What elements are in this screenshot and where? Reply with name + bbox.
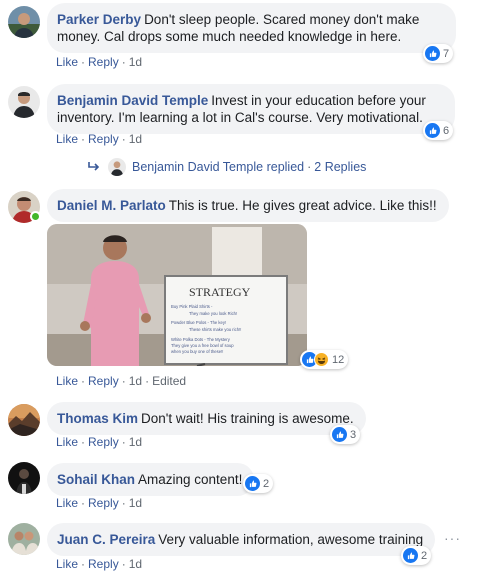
- reaction-count: 3: [350, 428, 357, 441]
- comment-actions: Like · Reply · 1d: [56, 435, 143, 449]
- timestamp[interactable]: 1d: [129, 132, 142, 146]
- comment-item: Thomas Kim Don't wait! His training is aw…: [0, 398, 489, 456]
- reply-link[interactable]: Reply: [88, 557, 119, 571]
- avatar[interactable]: [8, 86, 40, 118]
- reaction-summary[interactable]: 2: [243, 474, 274, 493]
- comment-author[interactable]: Daniel M. Parlato: [57, 198, 166, 213]
- online-status-indicator: [30, 211, 41, 222]
- reply-link[interactable]: Reply: [88, 132, 119, 146]
- view-replies-link[interactable]: Benjamin David Temple replied · 2 Replies: [88, 158, 366, 176]
- comment-bubble: Daniel M. Parlato This is true. He gives …: [47, 189, 449, 222]
- reaction-summary[interactable]: 2: [401, 546, 432, 565]
- whiteboard-line: Powder Blue Polos - The key!: [171, 320, 226, 325]
- comment-item: Parker Derby Don't sleep people. Scared m…: [0, 0, 489, 72]
- edited-label[interactable]: Edited: [152, 374, 186, 388]
- haha-icon: [314, 352, 329, 367]
- whiteboard-line: White Polka Dots - The Mystery: [171, 337, 231, 342]
- comment-item: Juan C. Pereira Very valuable information…: [0, 519, 489, 582]
- like-link[interactable]: Like: [56, 55, 78, 69]
- whiteboard-title: STRATEGY: [189, 285, 251, 299]
- whiteboard-line: They make you look Rich!: [189, 311, 237, 316]
- comment-actions: Like · Reply · 1d: [56, 132, 143, 146]
- timestamp[interactable]: 1d: [129, 557, 142, 571]
- comment-actions: Like · Reply · 1d · Edited: [56, 374, 187, 388]
- reaction-count: 6: [443, 124, 450, 137]
- comment-actions: Like · Reply · 1d: [56, 557, 143, 571]
- whiteboard-line: These shirts make you rich!!: [189, 327, 241, 332]
- avatar[interactable]: [8, 523, 40, 555]
- comment-bubble: Thomas Kim Don't wait! His training is aw…: [47, 402, 366, 435]
- reply-verb: replied: [266, 160, 305, 174]
- like-link[interactable]: Like: [56, 496, 78, 510]
- reply-count: 2 Replies: [314, 160, 367, 174]
- comment-text: Don't wait! His training is awesome.: [141, 411, 354, 426]
- comment-text: Amazing content!: [138, 472, 243, 487]
- reply-link[interactable]: Reply: [88, 55, 119, 69]
- avatar[interactable]: [8, 462, 40, 494]
- comment-author[interactable]: Benjamin David Temple: [57, 93, 208, 108]
- comment-photo[interactable]: STRATEGY Buy Pink Plaid Shirts - They ma…: [47, 224, 307, 366]
- reaction-count: 2: [263, 477, 270, 490]
- more-options-icon[interactable]: ···: [444, 530, 461, 546]
- reply-arrow-icon: [88, 162, 100, 171]
- reaction-summary[interactable]: 12: [300, 350, 349, 369]
- reaction-summary[interactable]: 7: [423, 44, 454, 63]
- comment-actions: Like · Reply · 1d: [56, 55, 143, 69]
- reaction-summary[interactable]: 6: [423, 121, 454, 140]
- timestamp[interactable]: 1d: [129, 435, 142, 449]
- reply-link[interactable]: Reply: [88, 435, 119, 449]
- comment-text: Very valuable information, awesome train…: [158, 532, 424, 547]
- reply-link[interactable]: Reply: [88, 374, 119, 388]
- whiteboard-line: when you buy one of these!!: [171, 349, 223, 354]
- comment-bubble: Parker Derby Don't sleep people. Scared m…: [47, 3, 456, 53]
- comment-bubble: Sohail Khan Amazing content!: [47, 463, 255, 496]
- like-icon: [425, 46, 440, 61]
- comment-author[interactable]: Thomas Kim: [57, 411, 138, 426]
- like-link[interactable]: Like: [56, 435, 78, 449]
- comment-item: Sohail Khan Amazing content! 2 Like · Reply…: [0, 459, 489, 517]
- timestamp[interactable]: 1d: [129, 496, 142, 510]
- like-icon: [425, 123, 440, 138]
- reply-link[interactable]: Reply: [88, 496, 119, 510]
- like-link[interactable]: Like: [56, 374, 78, 388]
- comment-item: Daniel M. Parlato This is true. He gives …: [0, 186, 489, 396]
- avatar[interactable]: [8, 404, 40, 436]
- reaction-count: 2: [421, 549, 428, 562]
- avatar[interactable]: [8, 6, 40, 38]
- reaction-summary[interactable]: 3: [330, 425, 361, 444]
- reaction-count: 7: [443, 47, 450, 60]
- comment-author[interactable]: Juan C. Pereira: [57, 532, 155, 547]
- timestamp[interactable]: 1d: [129, 374, 142, 388]
- like-icon: [332, 427, 347, 442]
- whiteboard-line: They give you a free bowl of soup: [171, 343, 234, 348]
- comment-text: This is true. He gives great advice. Lik…: [168, 198, 437, 213]
- comment-bubble: Benjamin David Temple Invest in your educ…: [47, 84, 455, 134]
- reaction-count: 12: [332, 353, 345, 366]
- comment-author[interactable]: Sohail Khan: [57, 472, 135, 487]
- timestamp[interactable]: 1d: [129, 55, 142, 69]
- like-icon: [403, 548, 418, 563]
- avatar: [108, 158, 126, 176]
- like-link[interactable]: Like: [56, 132, 78, 146]
- comment-author[interactable]: Parker Derby: [57, 12, 141, 27]
- like-icon: [245, 476, 260, 491]
- reply-author: Benjamin David Temple: [132, 160, 264, 174]
- comment-bubble: Juan C. Pereira Very valuable information…: [47, 523, 436, 556]
- comment-actions: Like · Reply · 1d: [56, 496, 143, 510]
- comment-item: Benjamin David Temple Invest in your educ…: [0, 80, 489, 180]
- like-link[interactable]: Like: [56, 557, 78, 571]
- whiteboard-line: Buy Pink Plaid Shirts -: [171, 304, 213, 309]
